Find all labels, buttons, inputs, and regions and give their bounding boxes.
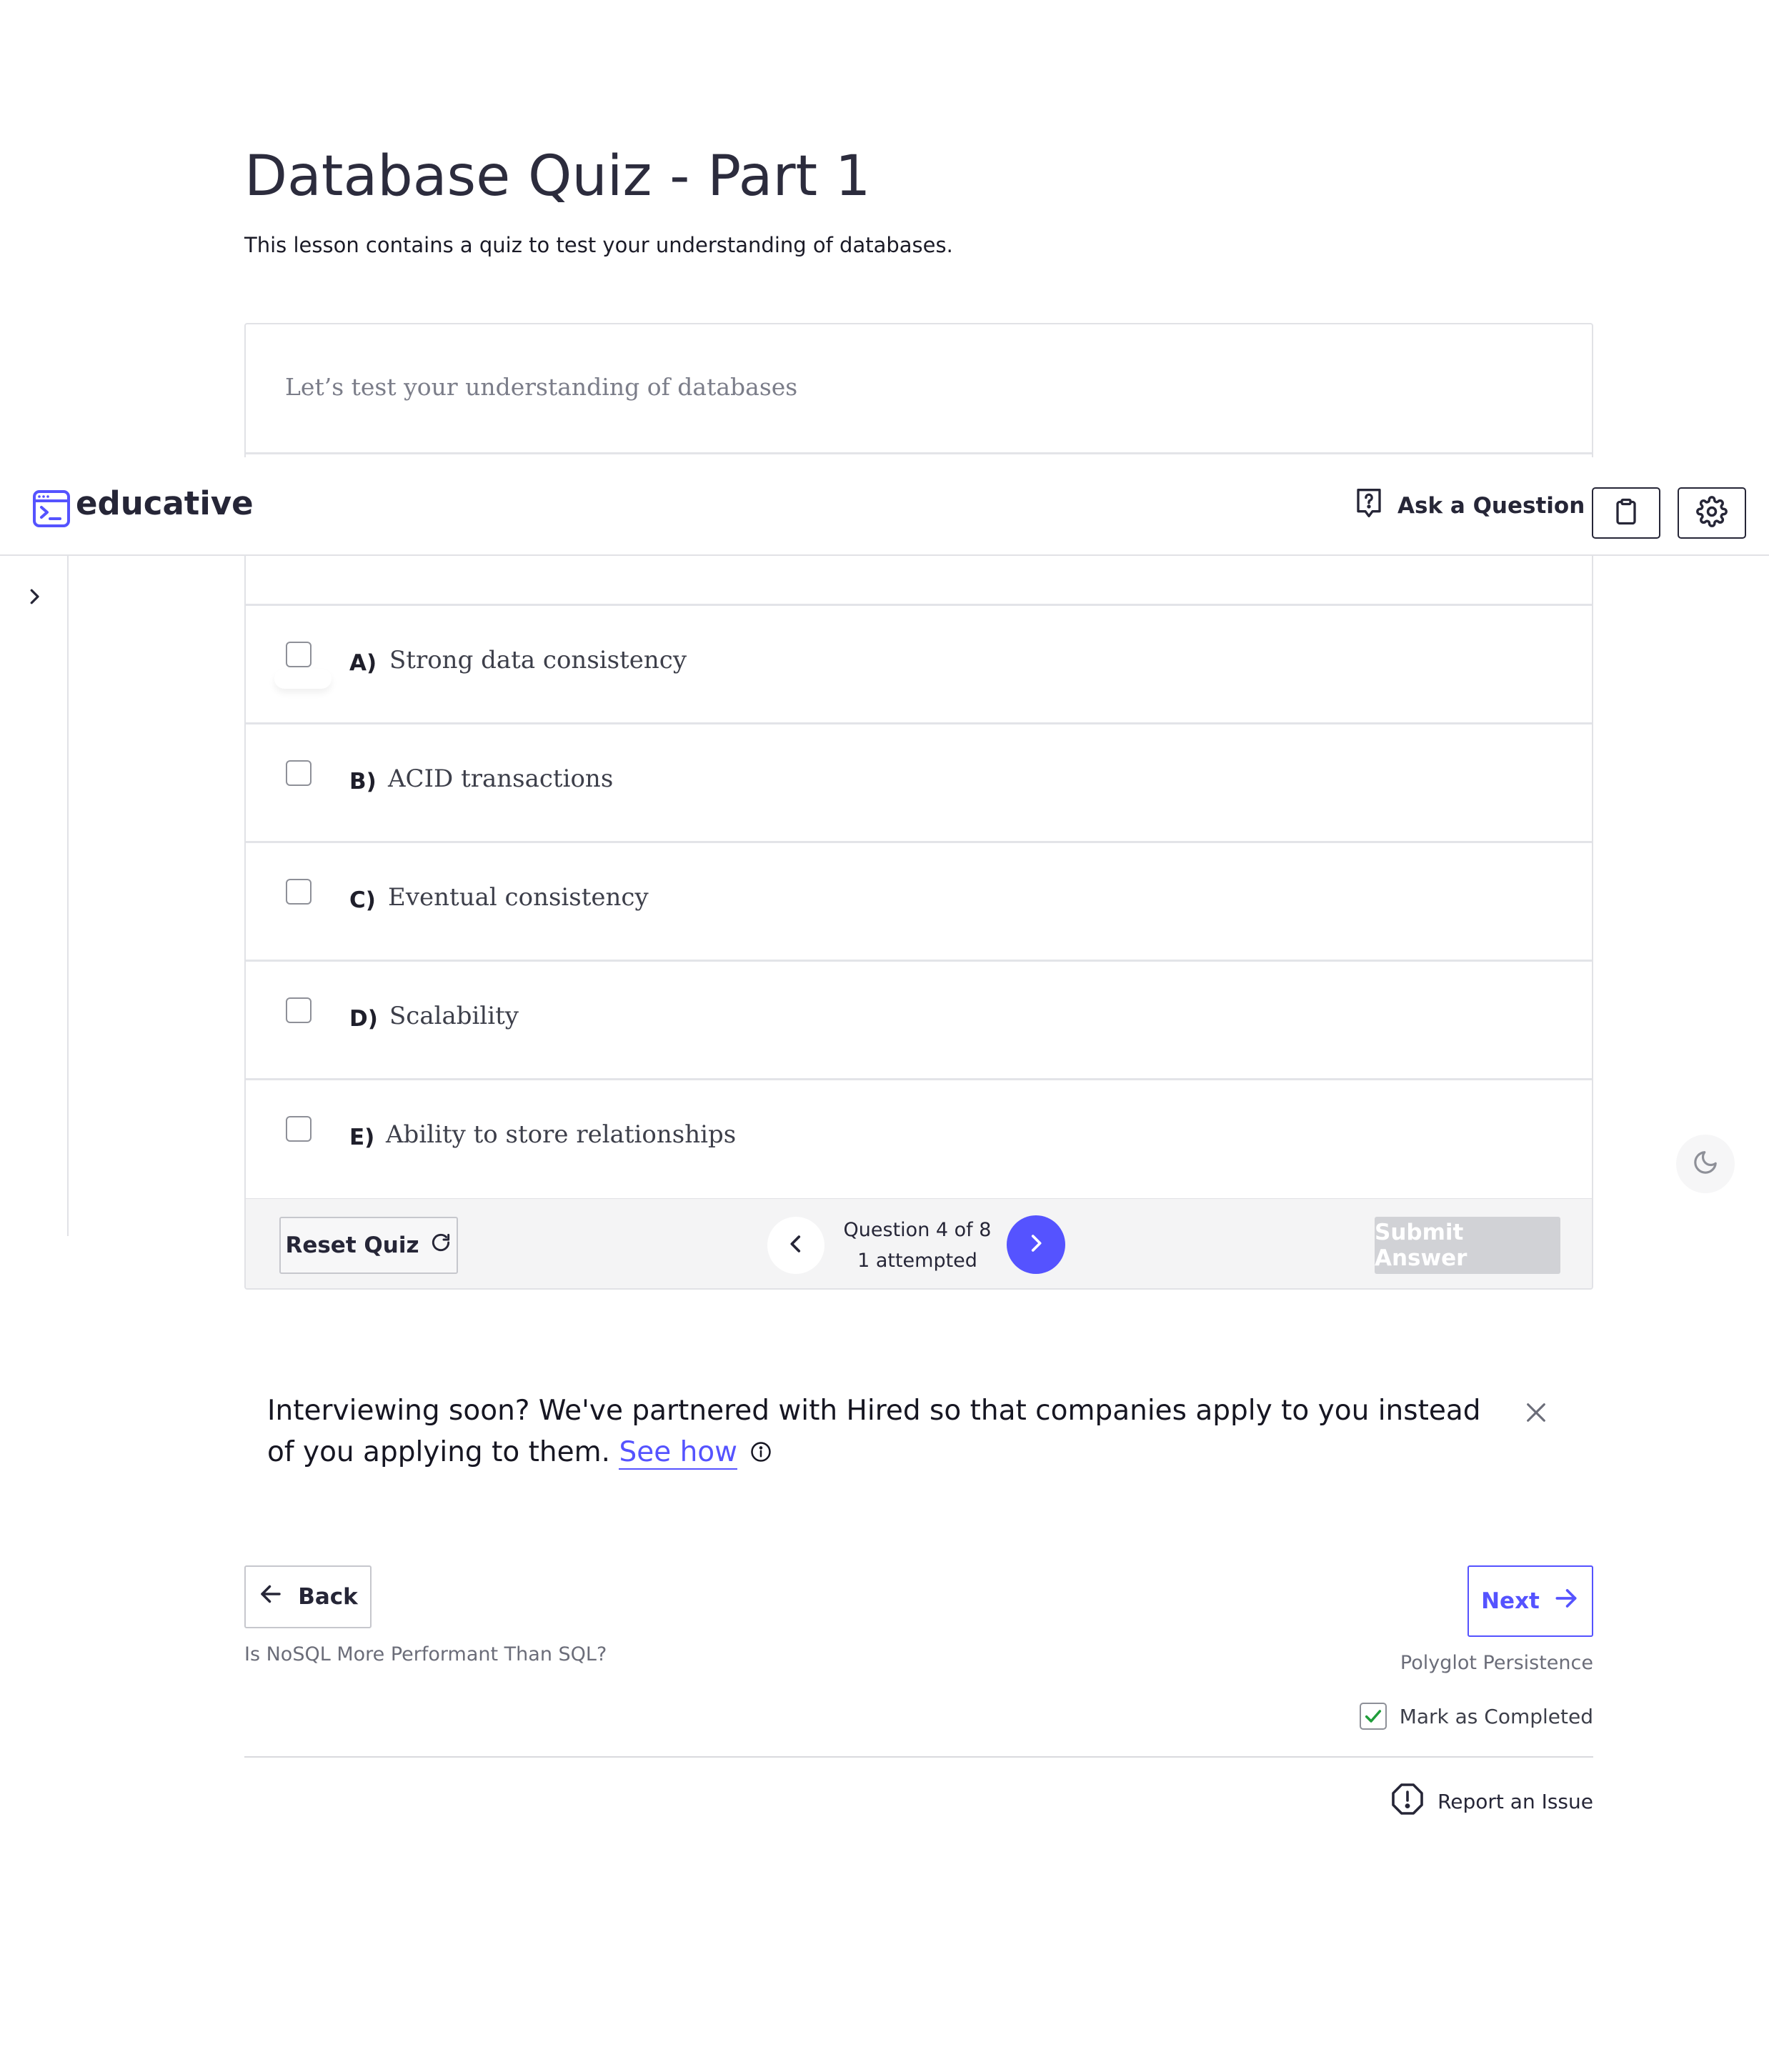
submit-answer-button[interactable]: Submit Answer: [1375, 1217, 1560, 1274]
promo-banner: Interviewing soon? We've partnered with …: [267, 1390, 1482, 1475]
option-text: Ability to store relationships: [386, 1120, 737, 1149]
see-how-link[interactable]: See how: [619, 1436, 738, 1470]
quiz-option-b[interactable]: B) ACID transactions: [246, 724, 1592, 843]
alert-octagon-icon: [1390, 1782, 1425, 1821]
moon-icon: [1692, 1149, 1719, 1179]
next-question-button[interactable]: [1007, 1215, 1065, 1274]
option-letter: A): [349, 650, 377, 676]
report-issue-label: Report an Issue: [1437, 1790, 1593, 1813]
chevron-right-icon: [1024, 1231, 1048, 1258]
back-label: Back: [298, 1584, 358, 1610]
back-button[interactable]: Back: [244, 1565, 372, 1628]
ask-question-label: Ask a Question: [1397, 493, 1585, 519]
settings-button[interactable]: [1678, 487, 1746, 539]
attempted-count: 1 attempted: [857, 1250, 977, 1272]
option-checkbox[interactable]: [286, 997, 312, 1023]
clipboard-button[interactable]: [1592, 487, 1660, 539]
brand-name[interactable]: educative: [76, 484, 254, 522]
quiz-option-a[interactable]: A) Strong data consistency: [246, 606, 1592, 724]
previous-question-button[interactable]: [767, 1217, 824, 1274]
question-position: Question 4 of 8: [843, 1219, 992, 1241]
quiz-option-c[interactable]: C) Eventual consistency: [246, 843, 1592, 962]
quiz-footer: Reset Quiz Question 4 of 8 1 attempted S…: [246, 1198, 1592, 1288]
question-counter: Question 4 of 8 1 attempted: [839, 1215, 996, 1276]
promo-message: Interviewing soon? We've partnered with …: [267, 1395, 1481, 1468]
option-letter: E): [349, 1125, 375, 1150]
mark-completed-label: Mark as Completed: [1399, 1704, 1593, 1728]
report-issue-button[interactable]: Report an Issue: [1390, 1782, 1593, 1821]
refresh-icon: [429, 1231, 452, 1260]
option-checkbox[interactable]: [286, 879, 312, 905]
reset-quiz-label: Reset Quiz: [285, 1232, 419, 1258]
mark-as-completed[interactable]: Mark as Completed: [1359, 1703, 1593, 1730]
promo-close-button[interactable]: [1520, 1398, 1552, 1430]
ask-question-button[interactable]: Ask a Question: [1355, 483, 1585, 529]
option-checkbox[interactable]: [286, 760, 312, 786]
footer-divider: [244, 1756, 1593, 1758]
option-letter: B): [349, 769, 377, 795]
next-lesson-title[interactable]: Polyglot Persistence: [1400, 1652, 1593, 1674]
option-checkbox[interactable]: [286, 642, 312, 667]
page-subtitle: This lesson contains a quiz to test your…: [244, 233, 953, 257]
gear-icon: [1696, 496, 1728, 530]
educative-logo-icon[interactable]: [33, 490, 70, 530]
next-label: Next: [1481, 1588, 1540, 1614]
option-text: Strong data consistency: [389, 646, 687, 674]
arrow-left-icon: [258, 1581, 284, 1613]
option-text: Scalability: [389, 1002, 519, 1030]
sidebar-rail: [67, 556, 69, 1236]
reset-quiz-button[interactable]: Reset Quiz: [279, 1217, 458, 1274]
next-button[interactable]: Next: [1467, 1565, 1593, 1637]
close-icon: [1524, 1400, 1548, 1428]
chevron-left-icon: [784, 1232, 808, 1259]
option-text: ACID transactions: [388, 764, 614, 793]
dark-mode-toggle[interactable]: [1676, 1135, 1735, 1193]
option-letter: C): [349, 887, 376, 913]
mark-completed-checkbox[interactable]: [1359, 1703, 1387, 1730]
question-bubble-icon: [1355, 487, 1383, 524]
clipboard-icon: [1613, 497, 1639, 529]
option-checkbox[interactable]: [286, 1116, 312, 1142]
option-text: Eventual consistency: [388, 883, 649, 912]
quiz-intro: Let’s test your understanding of databas…: [246, 324, 1592, 454]
chevron-right-icon: [24, 586, 45, 610]
page-title: Database Quiz - Part 1: [244, 144, 871, 209]
sidebar-expand-button[interactable]: [19, 582, 50, 614]
arrow-right-icon: [1553, 1585, 1580, 1618]
info-icon[interactable]: [750, 1433, 772, 1475]
previous-lesson-title[interactable]: Is NoSQL More Performant Than SQL?: [244, 1643, 607, 1665]
quiz-option-e[interactable]: E) Ability to store relationships: [246, 1080, 1592, 1199]
quiz-intro-text: Let’s test your understanding of databas…: [285, 373, 798, 401]
quiz-option-d[interactable]: D) Scalability: [246, 962, 1592, 1080]
option-letter: D): [349, 1006, 378, 1032]
top-header: educative Ask a Question: [0, 457, 1769, 556]
